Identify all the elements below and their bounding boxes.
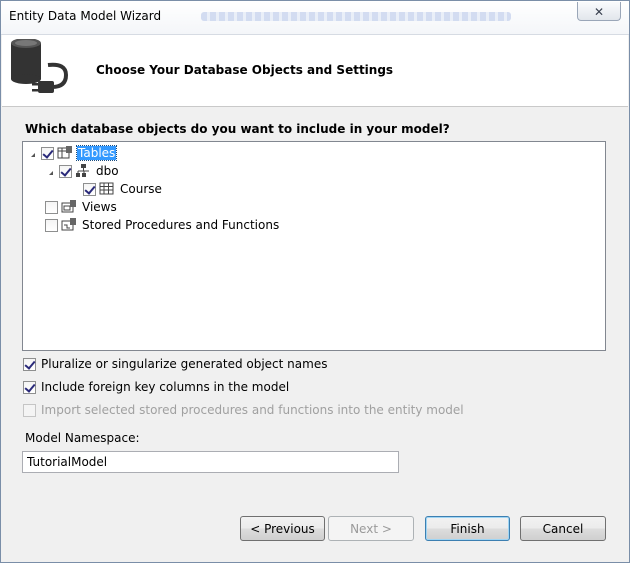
stored-procedures-label[interactable]: Stored Procedures and Functions bbox=[81, 218, 280, 232]
table-icon bbox=[99, 182, 114, 195]
tree-node-course[interactable]: Course bbox=[83, 180, 163, 198]
stored-procedures-folder-icon bbox=[61, 218, 76, 231]
foreign-keys-checkbox[interactable] bbox=[23, 380, 36, 394]
views-checkbox[interactable] bbox=[45, 200, 58, 214]
import-sp-label: Import selected stored procedures and fu… bbox=[41, 403, 464, 417]
tree-node-tables[interactable]: Tables bbox=[31, 144, 118, 162]
foreign-keys-option[interactable]: Include foreign key columns in the model bbox=[23, 380, 289, 394]
stored-procedures-checkbox[interactable] bbox=[45, 218, 58, 232]
finish-button[interactable]: Finish bbox=[425, 516, 510, 541]
pluralize-checkbox[interactable] bbox=[23, 357, 36, 371]
schema-icon bbox=[76, 164, 89, 177]
import-sp-option: Import selected stored procedures and fu… bbox=[23, 403, 464, 417]
course-checkbox[interactable] bbox=[83, 182, 96, 196]
next-button: Next > bbox=[328, 516, 414, 541]
previous-button[interactable]: < Previous bbox=[240, 516, 325, 541]
tables-checkbox[interactable] bbox=[41, 146, 54, 160]
import-sp-checkbox bbox=[23, 403, 36, 417]
views-folder-icon bbox=[61, 200, 76, 213]
database-connection-icon bbox=[11, 39, 69, 93]
foreign-keys-label[interactable]: Include foreign key columns in the model bbox=[41, 380, 289, 394]
model-namespace-input[interactable] bbox=[22, 451, 399, 473]
close-button[interactable]: ✕ bbox=[577, 2, 621, 21]
pluralize-option[interactable]: Pluralize or singularize generated objec… bbox=[23, 357, 327, 371]
dbo-checkbox[interactable] bbox=[59, 164, 72, 178]
database-objects-tree[interactable]: Tables dbo Course Views Stored Procedure… bbox=[22, 141, 606, 351]
expanded-arrow-icon[interactable] bbox=[31, 149, 35, 157]
tree-node-stored-procedures[interactable]: Stored Procedures and Functions bbox=[45, 216, 280, 234]
tree-node-views[interactable]: Views bbox=[45, 198, 118, 216]
wizard-window: Entity Data Model Wizard ✕ Choose Your D… bbox=[0, 0, 630, 563]
pluralize-label[interactable]: Pluralize or singularize generated objec… bbox=[41, 357, 327, 371]
title-bar: Entity Data Model Wizard ✕ bbox=[1, 1, 629, 35]
objects-question: Which database objects do you want to in… bbox=[25, 122, 450, 136]
tables-folder-icon bbox=[57, 146, 72, 159]
tree-node-dbo[interactable]: dbo bbox=[49, 162, 120, 180]
window-title: Entity Data Model Wizard bbox=[9, 9, 162, 23]
wizard-header: Choose Your Database Objects and Setting… bbox=[2, 35, 628, 107]
expanded-arrow-icon[interactable] bbox=[49, 167, 53, 175]
dbo-label[interactable]: dbo bbox=[95, 164, 120, 178]
model-namespace-label: Model Namespace: bbox=[25, 431, 140, 445]
views-label[interactable]: Views bbox=[81, 200, 118, 214]
course-label[interactable]: Course bbox=[119, 182, 163, 196]
page-title: Choose Your Database Objects and Setting… bbox=[96, 63, 394, 77]
blurred-title-text bbox=[201, 12, 511, 21]
cancel-button[interactable]: Cancel bbox=[520, 516, 606, 541]
tables-label[interactable]: Tables bbox=[75, 145, 118, 161]
